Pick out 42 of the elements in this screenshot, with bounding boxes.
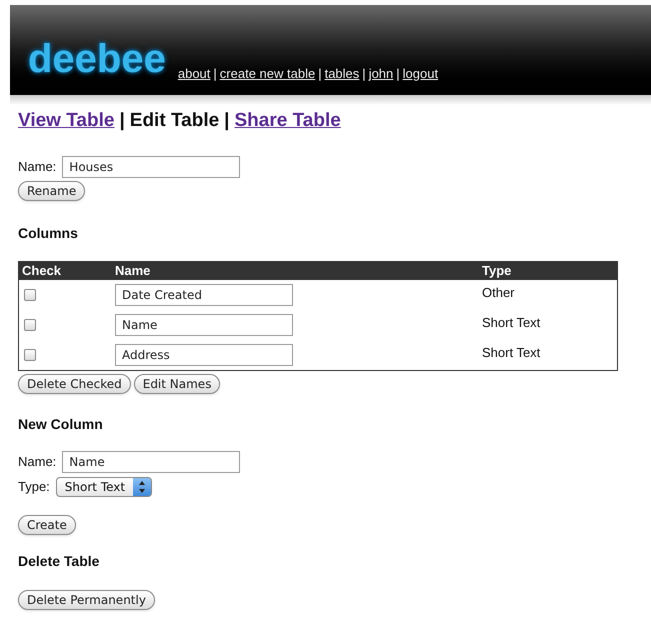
name-field[interactable]: Name	[62, 450, 240, 472]
column-header: Type	[482, 262, 512, 280]
column-header: Check	[21, 262, 62, 280]
table-cell-text: Short Text	[482, 314, 540, 332]
type-select[interactable]: Short Text	[56, 476, 152, 496]
table-action-button[interactable]: Delete Checked	[18, 374, 131, 394]
column-name-field[interactable]: Name	[115, 314, 293, 336]
field-label: Name:	[18, 158, 56, 176]
create-button[interactable]: Create	[18, 514, 76, 534]
nav-separator: |	[318, 64, 322, 83]
section-heading: Delete Table	[18, 552, 100, 570]
name-field[interactable]: Houses	[62, 156, 240, 178]
tab-separator: |	[224, 109, 230, 133]
rename-button[interactable]: Rename	[18, 180, 86, 200]
column-name-field[interactable]: Address	[115, 344, 293, 366]
checkbox[interactable]	[24, 348, 36, 360]
column-name-field[interactable]: Date Created	[115, 284, 293, 306]
column-header: Name	[115, 262, 152, 280]
tab-separator: |	[119, 109, 125, 133]
field-label: Type:	[18, 478, 50, 496]
nav-link[interactable]: about	[178, 64, 210, 83]
section-heading: Columns	[18, 224, 79, 242]
nav-separator: |	[213, 64, 217, 83]
nav-link[interactable]: john	[368, 64, 394, 83]
tab[interactable]: Share Table	[234, 107, 341, 136]
logo[interactable]: deebee	[28, 39, 166, 79]
nav-link[interactable]: logout	[402, 64, 438, 83]
table-action-button[interactable]: Edit Names	[134, 374, 220, 394]
nav-separator: |	[362, 64, 366, 83]
tab[interactable]: View Table	[18, 107, 114, 136]
table-cell-text: Other	[482, 284, 515, 302]
nav-link[interactable]: tables	[324, 64, 360, 83]
field-label: Name:	[18, 452, 56, 471]
section-heading: New Column	[18, 414, 104, 434]
nav-link[interactable]: create new table	[220, 64, 316, 83]
table-cell-text: Short Text	[482, 344, 540, 362]
delete-permanently-button[interactable]: Delete Permanently	[18, 590, 155, 610]
checkbox[interactable]	[24, 318, 36, 330]
tab[interactable]: Edit Table	[130, 107, 220, 136]
checkbox[interactable]	[24, 288, 36, 300]
stepper-arrows-icon	[133, 478, 152, 496]
nav-separator: |	[396, 64, 400, 83]
